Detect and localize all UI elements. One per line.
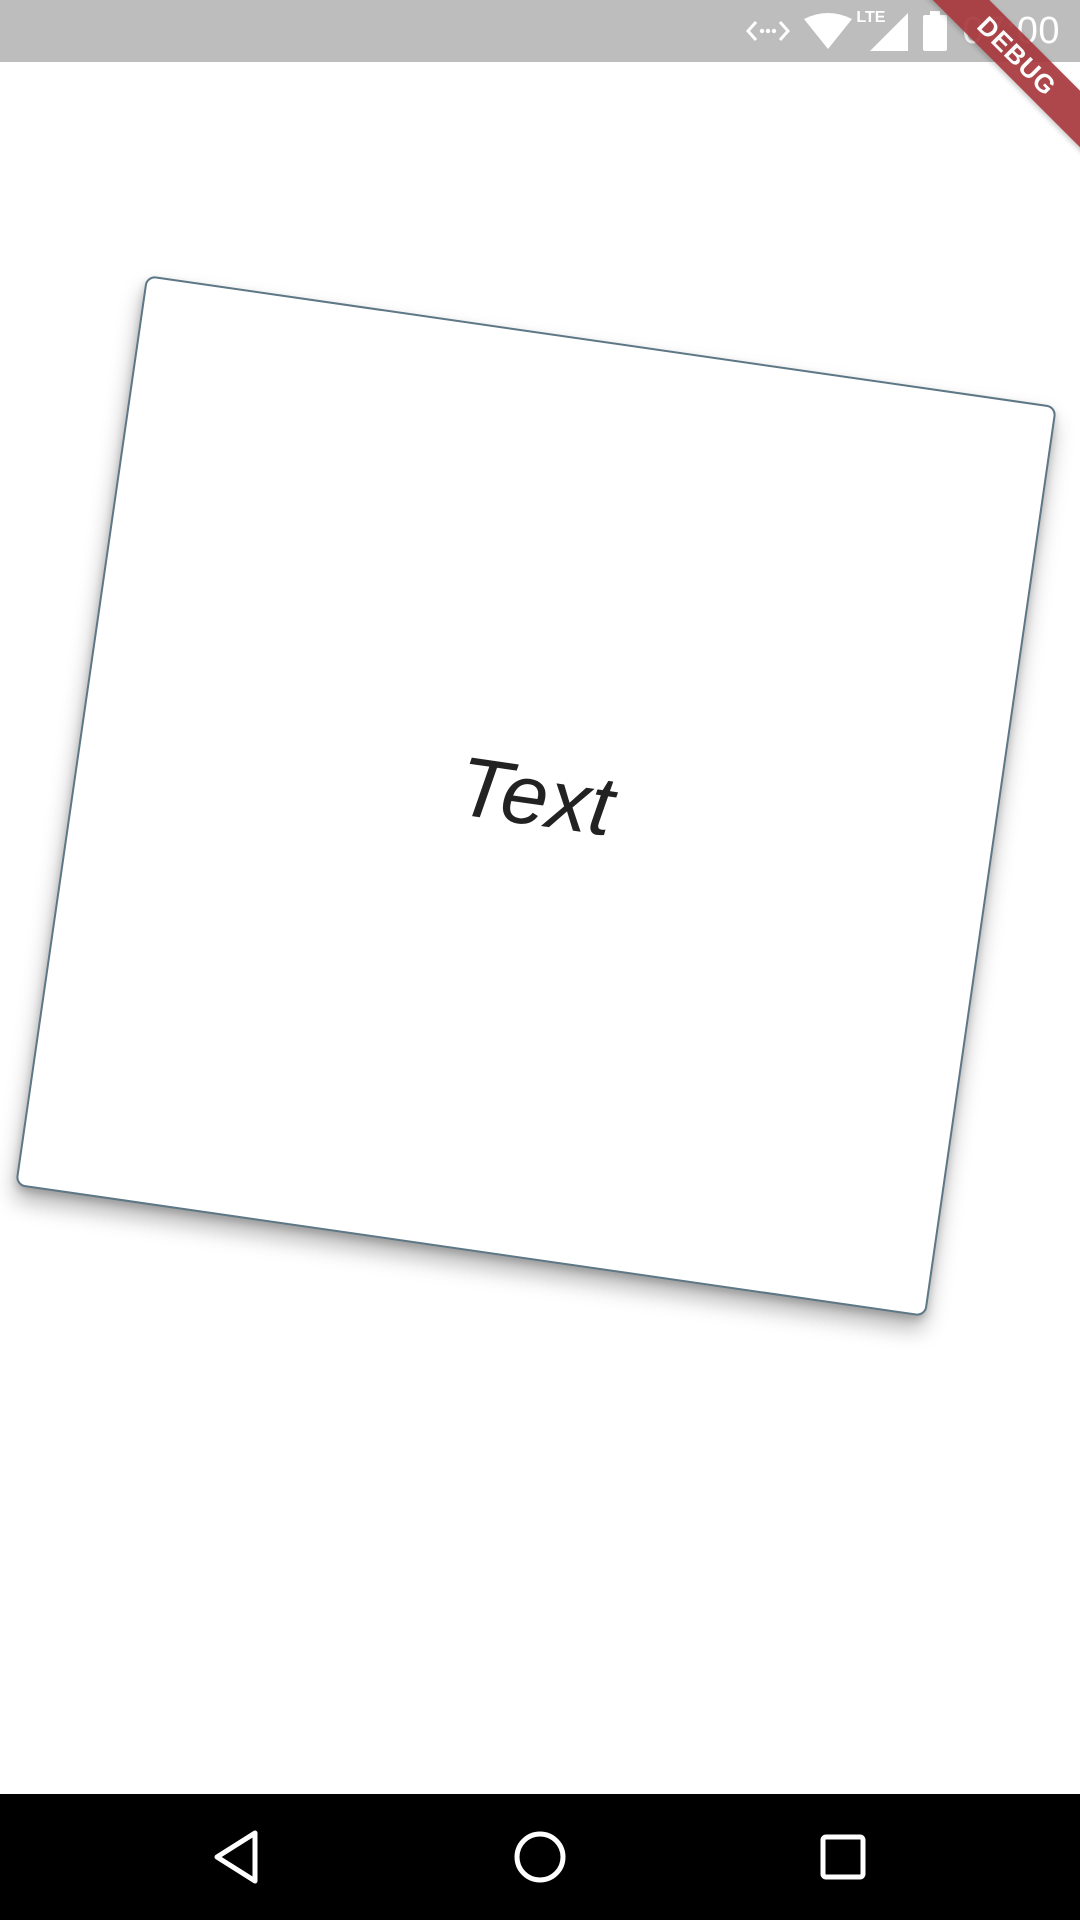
lte-signal-icon: LTE [856,9,909,51]
navigation-bar [0,1794,1080,1920]
status-bar: LTE 07:00 [0,0,1080,62]
home-button[interactable] [480,1794,600,1920]
back-button[interactable] [176,1794,296,1920]
lte-label: LTE [856,9,886,26]
battery-icon [922,11,948,51]
card-text: Text [452,737,620,854]
data-transfer-icon [746,16,791,46]
rotated-card[interactable]: Text [15,275,1057,1317]
home-icon [512,1829,568,1885]
recents-button[interactable] [783,1794,903,1920]
app-screen: LTE 07:00 DEBUG Text [0,0,1080,1920]
wifi-icon [804,13,853,49]
back-icon [211,1829,261,1885]
recents-icon [819,1833,867,1881]
